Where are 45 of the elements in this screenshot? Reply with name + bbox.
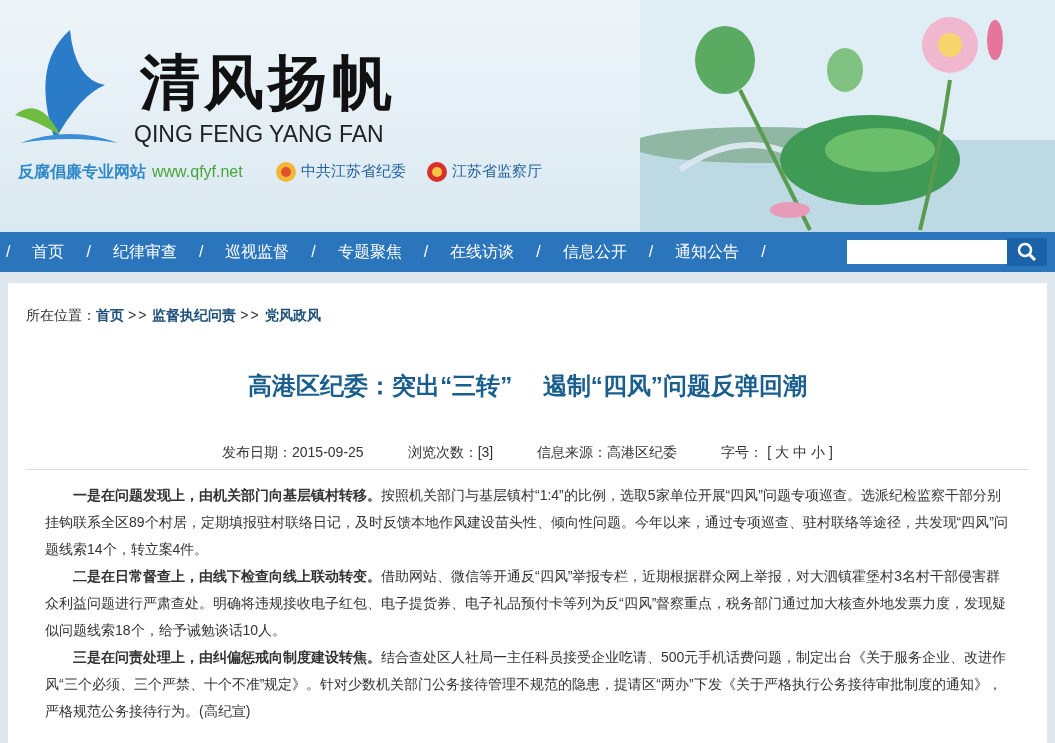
- breadcrumb-link[interactable]: 党风政风: [264, 305, 321, 326]
- nav-separator: /: [198, 242, 204, 262]
- nav-item[interactable]: 信息公开: [562, 240, 627, 264]
- bracket: ]: [829, 443, 833, 462]
- article-meta: 发布日期：2015-09-25: [222, 443, 364, 462]
- search-icon: [1017, 242, 1037, 262]
- article-paragraph: 一是在问题发现上，由机关部门向基层镇村转移。按照机关部门与基层镇村“1:4”的比例，选取5家单位开展“四风”问题专项巡查。选派纪检监察干部分别挂钩联系全区89个村居，定期填报驻村联络日记，及时反馈本地作风建设苗头性、倾向性问题。今年以来，通过专项巡查、驻村联络等途径，共发现“四风”问题线索14个，转立案4件。: [45, 486, 1009, 559]
- nav-separator: /: [648, 242, 654, 262]
- font-size-label: 字号：: [721, 443, 764, 462]
- nav-item[interactable]: 专题聚焦: [337, 240, 402, 264]
- breadcrumb-link[interactable]: 首页: [96, 305, 124, 326]
- site-logo-text: 清风扬帆: [140, 47, 396, 117]
- article-paragraph: 三是在问责处理上，由纠偏惩戒向制度建设转焦。结合查处区人社局一主任科员接受企业吃请、500元手机话费问题，制定出台《关于服务企业、改进作风“三个必须、三个严禁、十个不准”规定》。针对少数机关部门公务接待管理不规范的隐患，提请区“两办”下发《关于严格执行公务接待审批制度的通知》，严格规范公务接待行为。(高纪宣): [45, 648, 1008, 721]
- article-title: 高港区纪委：突出“三转” 遏制“四风”问题反弹回潮: [247, 371, 808, 401]
- nav-item[interactable]: 巡视监督: [225, 240, 290, 264]
- article-meta: 浏览次数：[3]: [407, 443, 494, 462]
- site-url: www.qfyf.net: [152, 161, 243, 182]
- emblem-icon: [425, 160, 448, 183]
- article-paragraph: 二是在日常督查上，由线下检查向线上联动转变。借助网站、微信等开通反“四风”举报专栏，近期根据群众网上举报，对大泗镇霍堡村3名村干部侵害群众利益问题进行严肃查处。明确将违规接收电子红包、电子提货券、电子礼品预付卡等列为反“四风”督察重点，税务部门通过加大核查外地发票力度，发现疑似问题线索18个，给予诫勉谈话10人。: [45, 567, 1008, 640]
- breadcrumb-separator: >>: [128, 306, 149, 325]
- nav-separator: /: [6, 242, 11, 262]
- affiliation-link[interactable]: 江苏省监察厅: [451, 160, 542, 183]
- search-field[interactable]: [847, 240, 1007, 264]
- nav-separator: /: [423, 242, 429, 262]
- nav-item[interactable]: 在线访谈: [450, 240, 515, 264]
- font-size-option[interactable]: 小: [811, 442, 826, 463]
- nav-separator: /: [311, 242, 316, 262]
- search-button[interactable]: [1007, 238, 1047, 266]
- nav-item[interactable]: 首页: [32, 240, 65, 264]
- site-name-pinyin: QING FENG YANG FAN: [134, 120, 385, 149]
- bracket: [: [767, 443, 772, 462]
- nav-item[interactable]: 纪律审查: [112, 240, 177, 264]
- breadcrumb-label: 所在位置：: [26, 306, 96, 325]
- nav-separator: /: [536, 242, 541, 262]
- emblem-icon: [274, 160, 297, 183]
- font-size-option[interactable]: 中: [793, 442, 808, 463]
- font-size-option[interactable]: 大: [775, 442, 790, 463]
- breadcrumb-separator: >>: [240, 306, 261, 325]
- nav-item[interactable]: 通知公告: [675, 240, 740, 264]
- site-slogan: 反腐倡廉专业网站: [18, 161, 146, 182]
- nav-separator: /: [761, 242, 766, 262]
- nav-separator: /: [86, 242, 91, 262]
- article-meta: 信息来源：高港区纪委: [537, 443, 678, 462]
- breadcrumb-link[interactable]: 监督执纪问责: [152, 305, 237, 326]
- affiliation-link[interactable]: 中共江苏省纪委: [300, 160, 406, 183]
